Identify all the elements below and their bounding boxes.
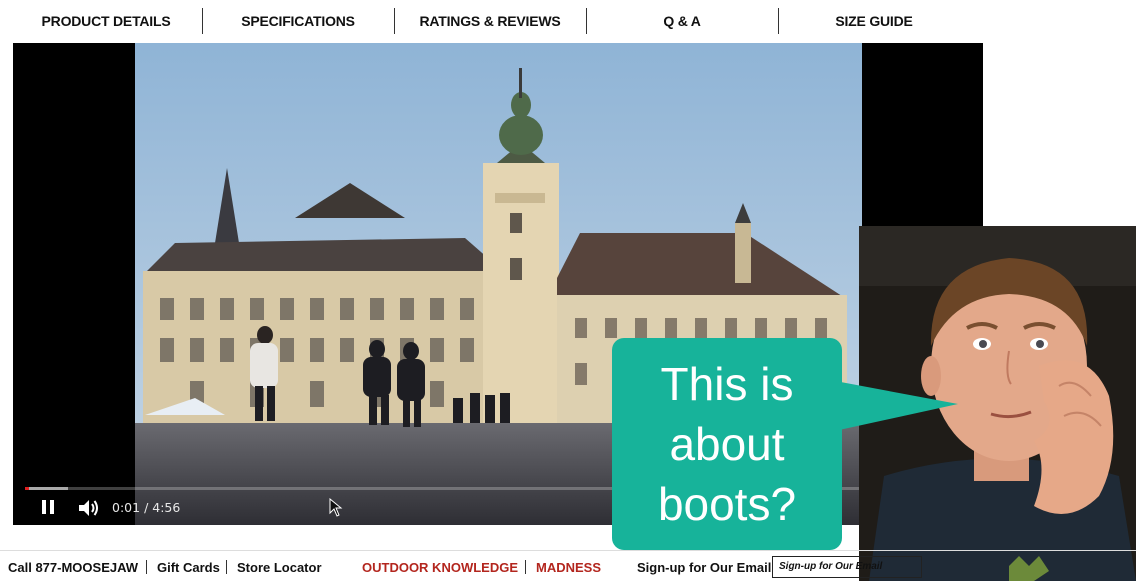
volume-icon[interactable]: [77, 497, 101, 519]
outdoor-knowledge-link[interactable]: OUTDOOR KNOWLEDGE: [362, 560, 518, 575]
speech-bubble-tail: [830, 380, 958, 432]
speech-bubble-text: This is about boots?: [657, 358, 797, 530]
tab-specifications[interactable]: SPECIFICATIONS: [202, 8, 394, 34]
speech-bubble: This is about boots?: [612, 338, 842, 550]
tab-q-and-a[interactable]: Q & A: [586, 8, 778, 34]
product-tabs: PRODUCT DETAILS SPECIFICATIONS RATINGS &…: [10, 0, 970, 42]
time-separator: /: [144, 500, 149, 515]
gift-cards-link[interactable]: Gift Cards: [157, 560, 220, 575]
progress-played[interactable]: [25, 487, 29, 490]
email-signup-label: Sign-up for Our Email: [637, 560, 772, 575]
phone-link[interactable]: Call 877-MOOSEJAW: [8, 560, 138, 575]
footer-divider: [525, 560, 526, 574]
site-footer: Call 877-MOOSEJAW Gift Cards Store Locat…: [0, 550, 1136, 581]
tab-ratings-reviews[interactable]: RATINGS & REVIEWS: [394, 8, 586, 34]
progress-buffered: [25, 487, 69, 490]
time-display: 0:01 / 4:56: [112, 500, 180, 515]
store-locator-link[interactable]: Store Locator: [237, 560, 322, 575]
tab-size-guide[interactable]: SIZE GUIDE: [778, 8, 970, 34]
pause-icon[interactable]: [39, 499, 59, 517]
duration: 4:56: [152, 500, 181, 515]
email-signup-input[interactable]: Sign-up for Our Email: [772, 556, 922, 578]
footer-divider: [226, 560, 227, 574]
current-time: 0:01: [112, 500, 141, 515]
madness-link[interactable]: MADNESS: [536, 560, 601, 575]
mouse-cursor-icon: [329, 497, 343, 518]
tab-product-details[interactable]: PRODUCT DETAILS: [10, 10, 202, 32]
footer-divider: [146, 560, 147, 574]
